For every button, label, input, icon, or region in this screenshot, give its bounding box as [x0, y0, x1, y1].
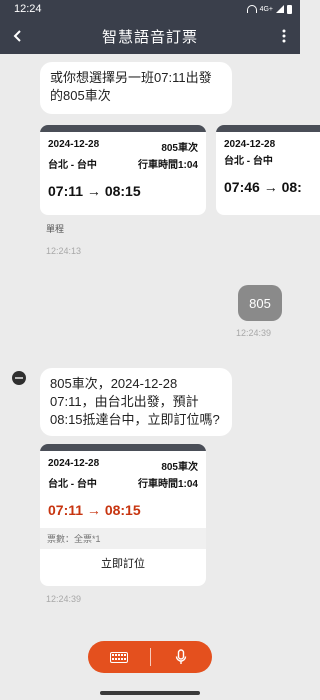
- user-message-text: 805: [249, 295, 271, 311]
- status-time: 12:24: [14, 3, 42, 15]
- bot-message-line: 07:11，由台北出發，預計: [50, 394, 199, 409]
- keyboard-icon: [109, 651, 128, 663]
- train-number: 805車次: [161, 143, 198, 154]
- back-button[interactable]: [6, 24, 30, 48]
- train-number: 805車次: [161, 462, 198, 473]
- bot-message-line: 08:15抵達台中，立即訂位嗎?: [50, 412, 220, 427]
- bot-message-line: 805車次，2024-12-28: [50, 376, 178, 391]
- more-options-button[interactable]: [274, 24, 294, 48]
- train-times: 07:11 → 08:15: [48, 183, 141, 199]
- card-header-bar: [216, 125, 320, 132]
- train-times: 07:11 → 08:15: [48, 502, 141, 518]
- confirm-train-card: 2024-12-28 805車次 台北 - 台中 行車時間1:04 07:11 …: [40, 444, 206, 586]
- status-icons: 4G+: [246, 4, 292, 14]
- train-date: 2024-12-28: [48, 139, 100, 150]
- train-duration: 行車時間1:04: [137, 160, 198, 171]
- train-date: 2024-12-28: [224, 139, 276, 150]
- chevron-left-icon: [13, 30, 21, 42]
- train-route: 台北 - 台中: [48, 479, 97, 490]
- card-header-bar: [40, 125, 206, 132]
- ticket-count: 票數：全票*1: [40, 528, 206, 549]
- network-label: 4G+: [259, 5, 273, 13]
- keyboard-button[interactable]: [88, 641, 150, 673]
- status-bar: 12:24 4G+: [0, 0, 300, 18]
- card-header-bar: [40, 444, 206, 451]
- message-timestamp: 12:24:39: [236, 328, 272, 338]
- wifi-icon: [246, 5, 257, 13]
- more-vert-icon: [282, 29, 286, 43]
- train-duration: 行車時間1:04: [137, 479, 198, 490]
- home-indicator[interactable]: [100, 691, 200, 695]
- bot-avatar: [12, 371, 26, 385]
- signal-icon: [276, 5, 284, 13]
- bot-message-alternative: 或你想選擇另一班07:11出發 的805車次: [40, 62, 232, 114]
- battery-icon: [287, 4, 292, 14]
- app-header: 智慧語音訂票: [0, 18, 300, 54]
- input-mode-bar: [88, 641, 212, 673]
- bot-message-confirm: 805車次，2024-12-28 07:11，由台北出發，預計 08:15抵達台…: [40, 368, 232, 436]
- microphone-button[interactable]: [151, 641, 213, 673]
- message-timestamp: 12:24:13: [46, 246, 82, 256]
- train-card-805[interactable]: 2024-12-28 805車次 台北 - 台中 行車時間1:04 07:11 …: [40, 125, 206, 215]
- trip-type-label: 單程: [46, 224, 65, 234]
- train-times: 07:46 → 08:: [224, 179, 302, 195]
- book-now-button[interactable]: 立即訂位: [40, 549, 206, 577]
- bot-message-line: 或你想選擇另一班07:11出發: [50, 70, 212, 85]
- page-title: 智慧語音訂票: [101, 28, 198, 46]
- train-card-next[interactable]: 2024-12-28 台北 - 台中 07:46 → 08:: [216, 125, 320, 215]
- train-route: 台北 - 台中: [48, 160, 97, 171]
- train-route: 台北 - 台中: [224, 156, 273, 167]
- message-timestamp: 12:24:39: [46, 594, 82, 604]
- microphone-icon: [176, 649, 187, 664]
- user-message: 805: [238, 285, 282, 321]
- bot-message-line: 的805車次: [50, 88, 111, 103]
- train-date: 2024-12-28: [48, 458, 100, 469]
